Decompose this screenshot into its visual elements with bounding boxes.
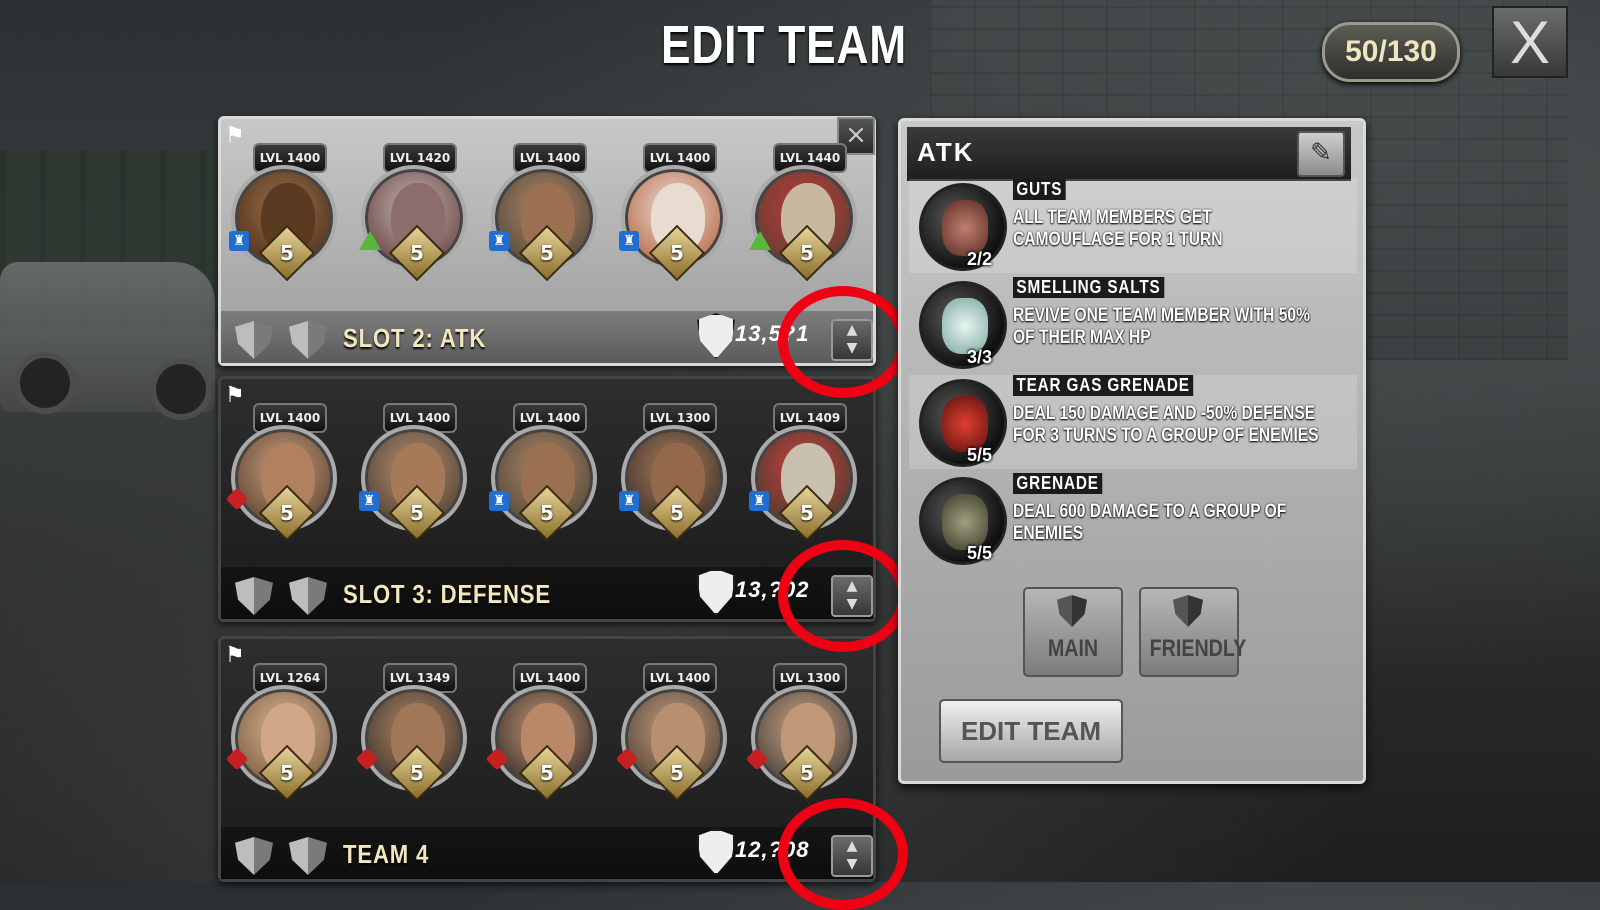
team-name: SLOT 2: ATK bbox=[343, 323, 487, 353]
tear-gas-grenade-icon bbox=[919, 379, 1007, 467]
hero-slot[interactable]: LVL 1400 ♜ 5 bbox=[359, 403, 471, 553]
skill-name: TEAR GAS GRENADE bbox=[1013, 375, 1194, 396]
class-icon: ♜ bbox=[619, 231, 639, 251]
class-icon: ♜ bbox=[619, 491, 639, 511]
skill-row: 5/5 GRENADE DEAL 600 DAMAGE TO A GROUP O… bbox=[909, 473, 1357, 567]
hero-slot[interactable]: LVL 1440 5 bbox=[749, 143, 861, 293]
class-icon: ♜ bbox=[229, 231, 249, 251]
hero-slot[interactable]: LVL 1264 5 bbox=[225, 663, 341, 813]
hero-slot[interactable]: LVL 1349 5 bbox=[355, 663, 471, 813]
shield-icon bbox=[235, 577, 273, 615]
pencil-icon[interactable]: ✎ bbox=[1297, 131, 1345, 177]
team-card-team-4[interactable]: ⚑ LVL 1264 5 LVL 1349 5 LVL 1400 5 LVL 1… bbox=[218, 636, 876, 882]
hero-slot[interactable]: LVL 1400 ♜ 5 bbox=[489, 403, 601, 553]
hero-slot[interactable]: LVL 1420 5 bbox=[359, 143, 471, 293]
main-team-button[interactable]: MAIN bbox=[1023, 587, 1123, 677]
skill-charges: 3/3 bbox=[967, 347, 993, 367]
class-icon: ♜ bbox=[749, 491, 769, 511]
class-icon: ♜ bbox=[489, 231, 509, 251]
shield-icon bbox=[289, 321, 327, 359]
skill-description: ALL TEAM MEMBERS GET CAMOUFLAGE FOR 1 TU… bbox=[1013, 207, 1223, 250]
skill-row: 2/2 GUTS ALL TEAM MEMBERS GET CAMOUFLAGE… bbox=[909, 179, 1357, 273]
hero-slot[interactable]: LVL 1400 5 bbox=[485, 663, 601, 813]
shield-icon bbox=[1173, 595, 1203, 627]
hero-slot[interactable]: LVL 1400 5 bbox=[225, 403, 341, 553]
hero-slot[interactable]: LVL 1400 5 bbox=[615, 663, 731, 813]
smelling-salts-icon bbox=[919, 281, 1007, 369]
highlight-ring bbox=[778, 540, 908, 652]
team-name: TEAM 4 bbox=[343, 839, 430, 869]
shield-icon bbox=[235, 321, 273, 359]
friendly-label: FRIENDLY bbox=[1149, 635, 1247, 662]
team-card-slot-3[interactable]: ⚑ LVL 1400 5 LVL 1400 ♜ 5 LVL 1400 ♜ 5 L… bbox=[218, 376, 876, 622]
hero-slot[interactable]: LVL 1400 ♜ 5 bbox=[489, 143, 601, 293]
skills-team-name: ATK bbox=[917, 137, 975, 167]
hero-slot[interactable]: LVL 1400 ♜ 5 bbox=[229, 143, 341, 293]
skill-description: DEAL 150 DAMAGE AND -50% DEFENSE FOR 3 T… bbox=[1013, 403, 1319, 446]
skill-description: REVIVE ONE TEAM MEMBER WITH 50% OF THEIR… bbox=[1013, 305, 1310, 348]
team-card-slot-2[interactable]: ⚑ × LVL 1400 ♜ 5 LVL 1420 5 LVL 1400 ♜ 5… bbox=[218, 116, 876, 366]
class-icon: ♜ bbox=[359, 491, 379, 511]
page-title: EDIT TEAM bbox=[661, 15, 907, 75]
hero-slot[interactable]: LVL 1409 ♜ 5 bbox=[749, 403, 861, 553]
fist-shield-icon bbox=[697, 313, 735, 359]
main-label: MAIN bbox=[1047, 635, 1099, 662]
highlight-ring bbox=[778, 798, 908, 910]
roster-capacity: 50/130 bbox=[1322, 22, 1460, 82]
skill-row: 3/3 SMELLING SALTS REVIVE ONE TEAM MEMBE… bbox=[909, 277, 1357, 371]
team-name: SLOT 3: DEFENSE bbox=[343, 579, 551, 609]
skill-name: GRENADE bbox=[1013, 473, 1103, 494]
hero-slot[interactable]: LVL 1300 ♜ 5 bbox=[619, 403, 731, 553]
class-icon bbox=[359, 231, 381, 250]
skill-name: GUTS bbox=[1013, 179, 1066, 200]
class-icon bbox=[749, 231, 771, 250]
hero-slot[interactable]: LVL 1400 ♜ 5 bbox=[619, 143, 731, 293]
close-button[interactable]: X bbox=[1492, 6, 1568, 78]
highlight-ring bbox=[778, 286, 908, 398]
team-footer: SLOT 3: DEFENSE 13,?02 ▲ ▼ bbox=[221, 567, 873, 619]
skill-description: DEAL 600 DAMAGE TO A GROUP OF ENEMIES bbox=[1013, 501, 1287, 544]
background-truck bbox=[0, 262, 215, 420]
skill-row: 5/5 TEAR GAS GRENADE DEAL 150 DAMAGE AND… bbox=[909, 375, 1357, 469]
skills-panel: ATK ✎ 2/2 GUTS ALL TEAM MEMBERS GET CAMO… bbox=[898, 118, 1366, 784]
skill-charges: 5/5 bbox=[967, 445, 993, 465]
friendly-team-button[interactable]: FRIENDLY bbox=[1139, 587, 1247, 677]
hero-slot[interactable]: LVL 1300 5 bbox=[745, 663, 861, 813]
shield-icon bbox=[289, 577, 327, 615]
shield-icon bbox=[1057, 595, 1087, 627]
grenade-icon bbox=[919, 477, 1007, 565]
shield-icon bbox=[235, 837, 273, 875]
shield-icon bbox=[289, 837, 327, 875]
edit-team-button[interactable]: EDIT TEAM bbox=[939, 699, 1123, 763]
skills-header: ATK ✎ bbox=[907, 127, 1351, 181]
skill-charges: 5/5 bbox=[967, 543, 993, 563]
fist-shield-icon bbox=[697, 829, 735, 875]
skill-charges: 2/2 bbox=[967, 249, 993, 269]
team-footer: SLOT 2: ATK 13,5?1 ▲ ▼ bbox=[221, 311, 873, 363]
class-icon: ♜ bbox=[489, 491, 509, 511]
guts-icon bbox=[919, 183, 1007, 271]
team-footer: TEAM 4 12,?08 ▲ ▼ bbox=[221, 827, 873, 879]
skill-name: SMELLING SALTS bbox=[1013, 277, 1165, 298]
fist-shield-icon bbox=[697, 569, 735, 615]
